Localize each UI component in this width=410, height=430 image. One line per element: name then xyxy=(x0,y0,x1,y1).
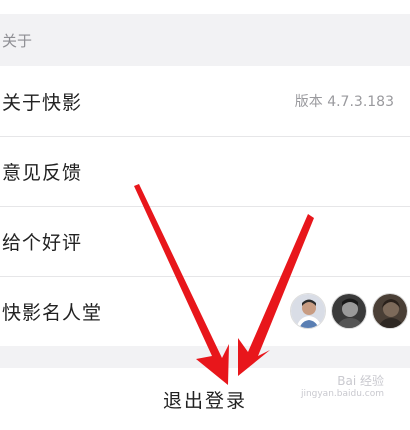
watermark-url: jingyan.baidu.com xyxy=(300,389,384,399)
previous-section-bottom xyxy=(0,0,410,14)
row-about-kuaiying[interactable]: 关于快影 版本 4.7.3.183 xyxy=(0,66,410,136)
row-hall-of-fame[interactable]: 快影名人堂 xyxy=(0,276,410,346)
version-text: 版本 4.7.3.183 xyxy=(294,94,394,110)
section-title: 关于 xyxy=(2,31,33,50)
avatar xyxy=(372,293,408,329)
logout-label: 退出登录 xyxy=(162,389,247,412)
section-header-about: 关于 xyxy=(0,14,410,66)
row-rate-app[interactable]: 给个好评 xyxy=(0,206,410,276)
section-gap xyxy=(0,346,410,368)
watermark-brand: Bai 经验 xyxy=(337,374,384,388)
row-label: 快影名人堂 xyxy=(2,301,103,324)
hall-of-fame-avatars xyxy=(290,293,408,329)
watermark: Bai 经验 jingyan.baidu.com xyxy=(301,374,384,400)
row-label: 意见反馈 xyxy=(2,161,83,184)
row-label: 给个好评 xyxy=(2,231,83,254)
about-list: 关于快影 版本 4.7.3.183 意见反馈 给个好评 快影名人堂 xyxy=(0,66,410,346)
avatar xyxy=(331,293,367,329)
row-label: 关于快影 xyxy=(2,91,83,114)
avatar xyxy=(290,293,326,329)
row-feedback[interactable]: 意见反馈 xyxy=(0,136,410,206)
